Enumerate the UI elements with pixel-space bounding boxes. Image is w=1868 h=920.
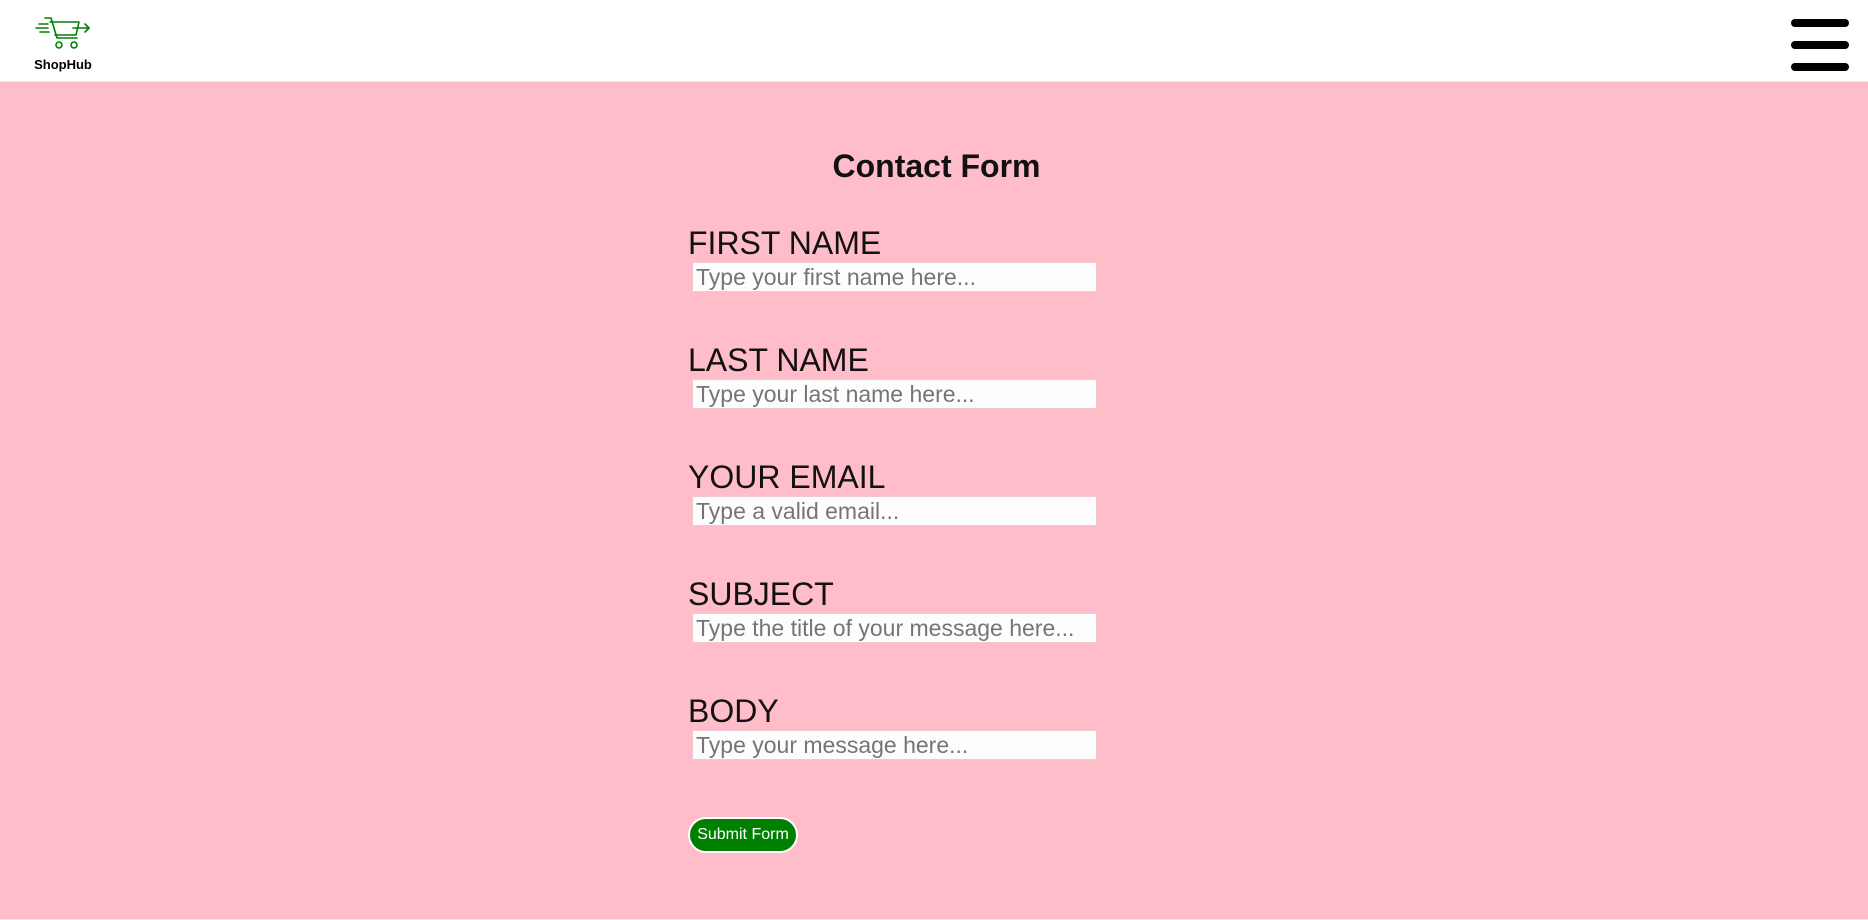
first-name-input[interactable] bbox=[692, 262, 1097, 292]
hamburger-menu-icon bbox=[1791, 19, 1849, 27]
first-name-label: FIRST NAME bbox=[688, 225, 882, 261]
shopping-cart-icon bbox=[35, 17, 90, 49]
last-name-label: LAST NAME bbox=[688, 342, 869, 378]
contact-section: Contact Form FIRST NAME LAST NAME YOUR E… bbox=[0, 82, 1868, 919]
last-name-input[interactable] bbox=[692, 379, 1097, 409]
subject-label: SUBJECT bbox=[688, 576, 834, 612]
hamburger-menu-icon bbox=[1791, 41, 1849, 49]
hamburger-menu-icon bbox=[1791, 63, 1849, 71]
email-input[interactable] bbox=[692, 496, 1097, 526]
submit-form-button[interactable]: Submit Form bbox=[688, 817, 798, 853]
shophub-logo[interactable]: ShopHub bbox=[33, 14, 93, 74]
site-header: ShopHub bbox=[0, 0, 1868, 82]
body-input[interactable] bbox=[692, 730, 1097, 760]
body-label: BODY bbox=[688, 693, 779, 729]
page-title: Contact Form bbox=[832, 148, 1041, 184]
logo-text: ShopHub bbox=[34, 57, 92, 72]
subject-input[interactable] bbox=[692, 613, 1097, 643]
email-label: YOUR EMAIL bbox=[688, 459, 886, 495]
hamburger-menu-button[interactable] bbox=[1791, 19, 1849, 71]
